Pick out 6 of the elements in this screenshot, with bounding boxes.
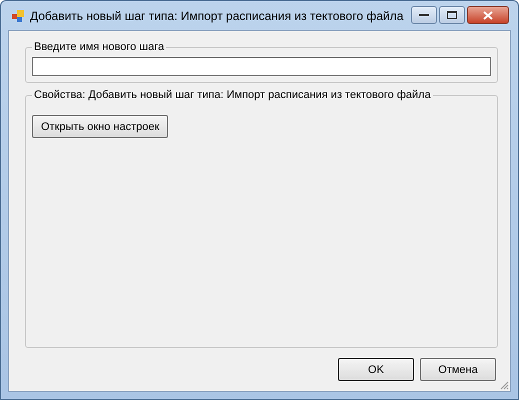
- window-title: Добавить новый шаг типа: Импорт расписания из тектового файла: [30, 8, 404, 22]
- cancel-button[interactable]: Отмена: [420, 358, 496, 381]
- open-settings-button[interactable]: Открыть окно настроек: [32, 115, 168, 138]
- group-label: Введите имя нового шага: [33, 41, 166, 53]
- group-label: Свойства: Добавить новый шаг типа: Импорт расписания из тектового файла: [33, 89, 432, 101]
- ok-button[interactable]: OK: [338, 358, 414, 381]
